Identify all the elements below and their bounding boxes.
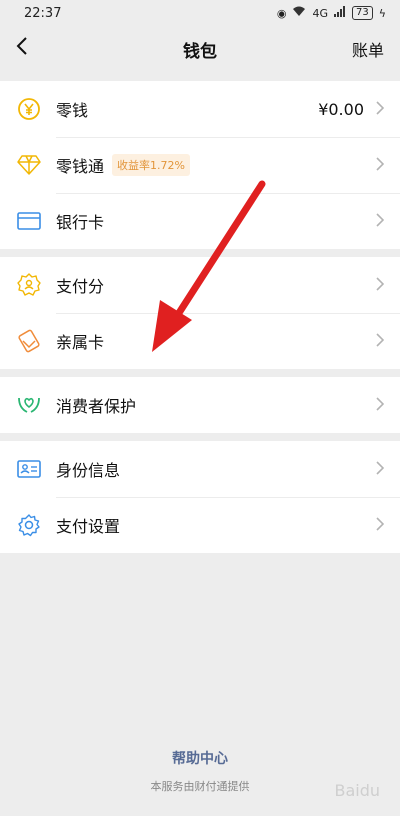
id-card-icon <box>16 456 42 482</box>
gear-icon <box>16 512 42 538</box>
yield-rate-badge: 收益率1.72% <box>112 154 190 176</box>
chevron-right-icon <box>376 155 385 176</box>
balance-value: ¥0.00 <box>318 99 364 119</box>
watermark-logo: Baidu <box>334 781 380 800</box>
row-label: 零钱 <box>56 101 89 120</box>
family-card-icon <box>16 328 42 354</box>
row-label: 身份信息 <box>56 461 121 480</box>
wallet-group-settings: 身份信息 支付设置 <box>0 441 400 553</box>
chevron-right-icon <box>376 99 385 120</box>
chevron-right-icon <box>376 515 385 536</box>
row-bank-card[interactable]: 银行卡 <box>0 193 400 249</box>
row-consumer-protection[interactable]: 消费者保护 <box>0 377 400 433</box>
chevron-right-icon <box>376 275 385 296</box>
signal-icon <box>334 6 346 20</box>
row-label: 消费者保护 <box>56 397 137 416</box>
row-label: 支付设置 <box>56 517 121 536</box>
row-payment-settings[interactable]: 支付设置 <box>0 497 400 553</box>
bank-card-icon <box>16 208 42 234</box>
row-pay-score[interactable]: 支付分 <box>0 257 400 313</box>
row-identity-info[interactable]: 身份信息 <box>0 441 400 497</box>
chevron-right-icon <box>376 331 385 352</box>
wallet-group-protection: 消费者保护 <box>0 377 400 433</box>
diamond-icon <box>16 152 42 178</box>
status-icons: ◉ 4G 73 ϟ <box>277 6 386 20</box>
back-icon[interactable] <box>16 36 40 62</box>
wifi-icon <box>292 6 306 20</box>
wallet-group-balance: 零钱 ¥0.00 零钱通 收益率1.72% 银行卡 <box>0 81 400 249</box>
wallet-group-services: 支付分 亲属卡 <box>0 257 400 369</box>
row-label: 亲属卡 <box>56 333 105 352</box>
bill-button[interactable]: 账单 <box>352 37 384 61</box>
status-bar: 22:37 ◉ 4G 73 ϟ <box>0 0 400 26</box>
chevron-right-icon <box>376 459 385 480</box>
chevron-right-icon <box>376 395 385 416</box>
network-type: 4G <box>312 6 328 20</box>
page-title: 钱包 <box>183 41 217 62</box>
nav-bar: 钱包 账单 <box>0 26 400 72</box>
chevron-right-icon <box>376 211 385 232</box>
row-label: 零钱通 <box>56 157 105 176</box>
row-label: 支付分 <box>56 277 105 296</box>
row-change[interactable]: 零钱 ¥0.00 <box>0 81 400 137</box>
protect-hands-icon <box>16 392 42 418</box>
battery-indicator: 73 <box>352 6 373 20</box>
charging-icon: ϟ <box>378 6 386 20</box>
help-center-link[interactable]: 帮助中心 <box>0 748 400 768</box>
score-badge-icon <box>16 272 42 298</box>
eye-icon: ◉ <box>276 6 287 20</box>
row-family-card[interactable]: 亲属卡 <box>0 313 400 369</box>
row-label: 银行卡 <box>56 213 105 232</box>
status-time: 22:37 <box>24 5 62 21</box>
row-change-plus[interactable]: 零钱通 收益率1.72% <box>0 137 400 193</box>
yen-coin-icon <box>16 96 42 122</box>
